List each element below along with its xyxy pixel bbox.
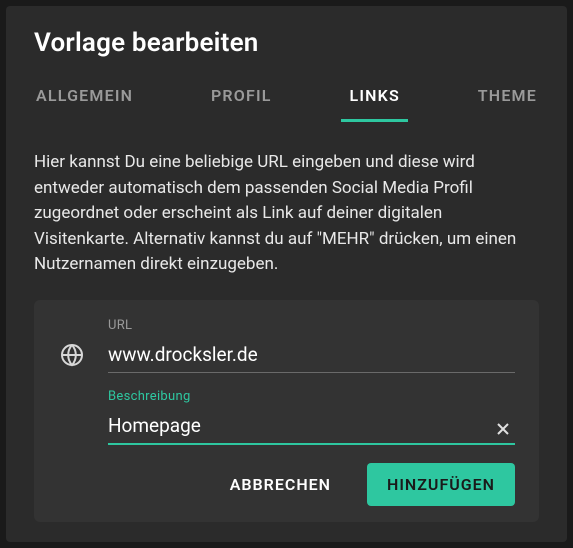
action-row: ABBRECHEN HINZUFÜGEN: [58, 463, 515, 506]
cancel-button[interactable]: ABBRECHEN: [210, 463, 351, 506]
dialog-title: Vorlage bearbeiten: [6, 28, 567, 76]
tab-bar: ALLGEMEIN PROFIL LINKS THEME: [6, 76, 567, 122]
description-row: Beschreibung: [58, 389, 515, 445]
url-field-wrapper: URL: [108, 318, 515, 373]
tab-description: Hier kannst Du eine beliebige URL eingeb…: [6, 150, 567, 300]
url-row: URL: [58, 318, 515, 373]
description-icon-slot: [58, 439, 86, 445]
description-label: Beschreibung: [108, 389, 515, 404]
tab-links[interactable]: LINKS: [341, 76, 407, 122]
close-icon[interactable]: [493, 419, 513, 439]
globe-icon: [58, 343, 86, 373]
add-button[interactable]: HINZUFÜGEN: [367, 463, 515, 506]
url-label: URL: [108, 318, 515, 333]
tab-allgemein[interactable]: ALLGEMEIN: [28, 76, 141, 122]
tab-profil[interactable]: PROFIL: [203, 76, 280, 122]
description-field-wrapper: Beschreibung: [108, 389, 515, 445]
link-form-card: URL Beschreibung ABBRECHEN HINZUFÜGEN: [34, 300, 539, 522]
description-input[interactable]: [108, 410, 515, 445]
tab-theme[interactable]: THEME: [470, 76, 545, 122]
url-input[interactable]: [108, 339, 515, 373]
edit-template-dialog: Vorlage bearbeiten ALLGEMEIN PROFIL LINK…: [6, 6, 567, 542]
